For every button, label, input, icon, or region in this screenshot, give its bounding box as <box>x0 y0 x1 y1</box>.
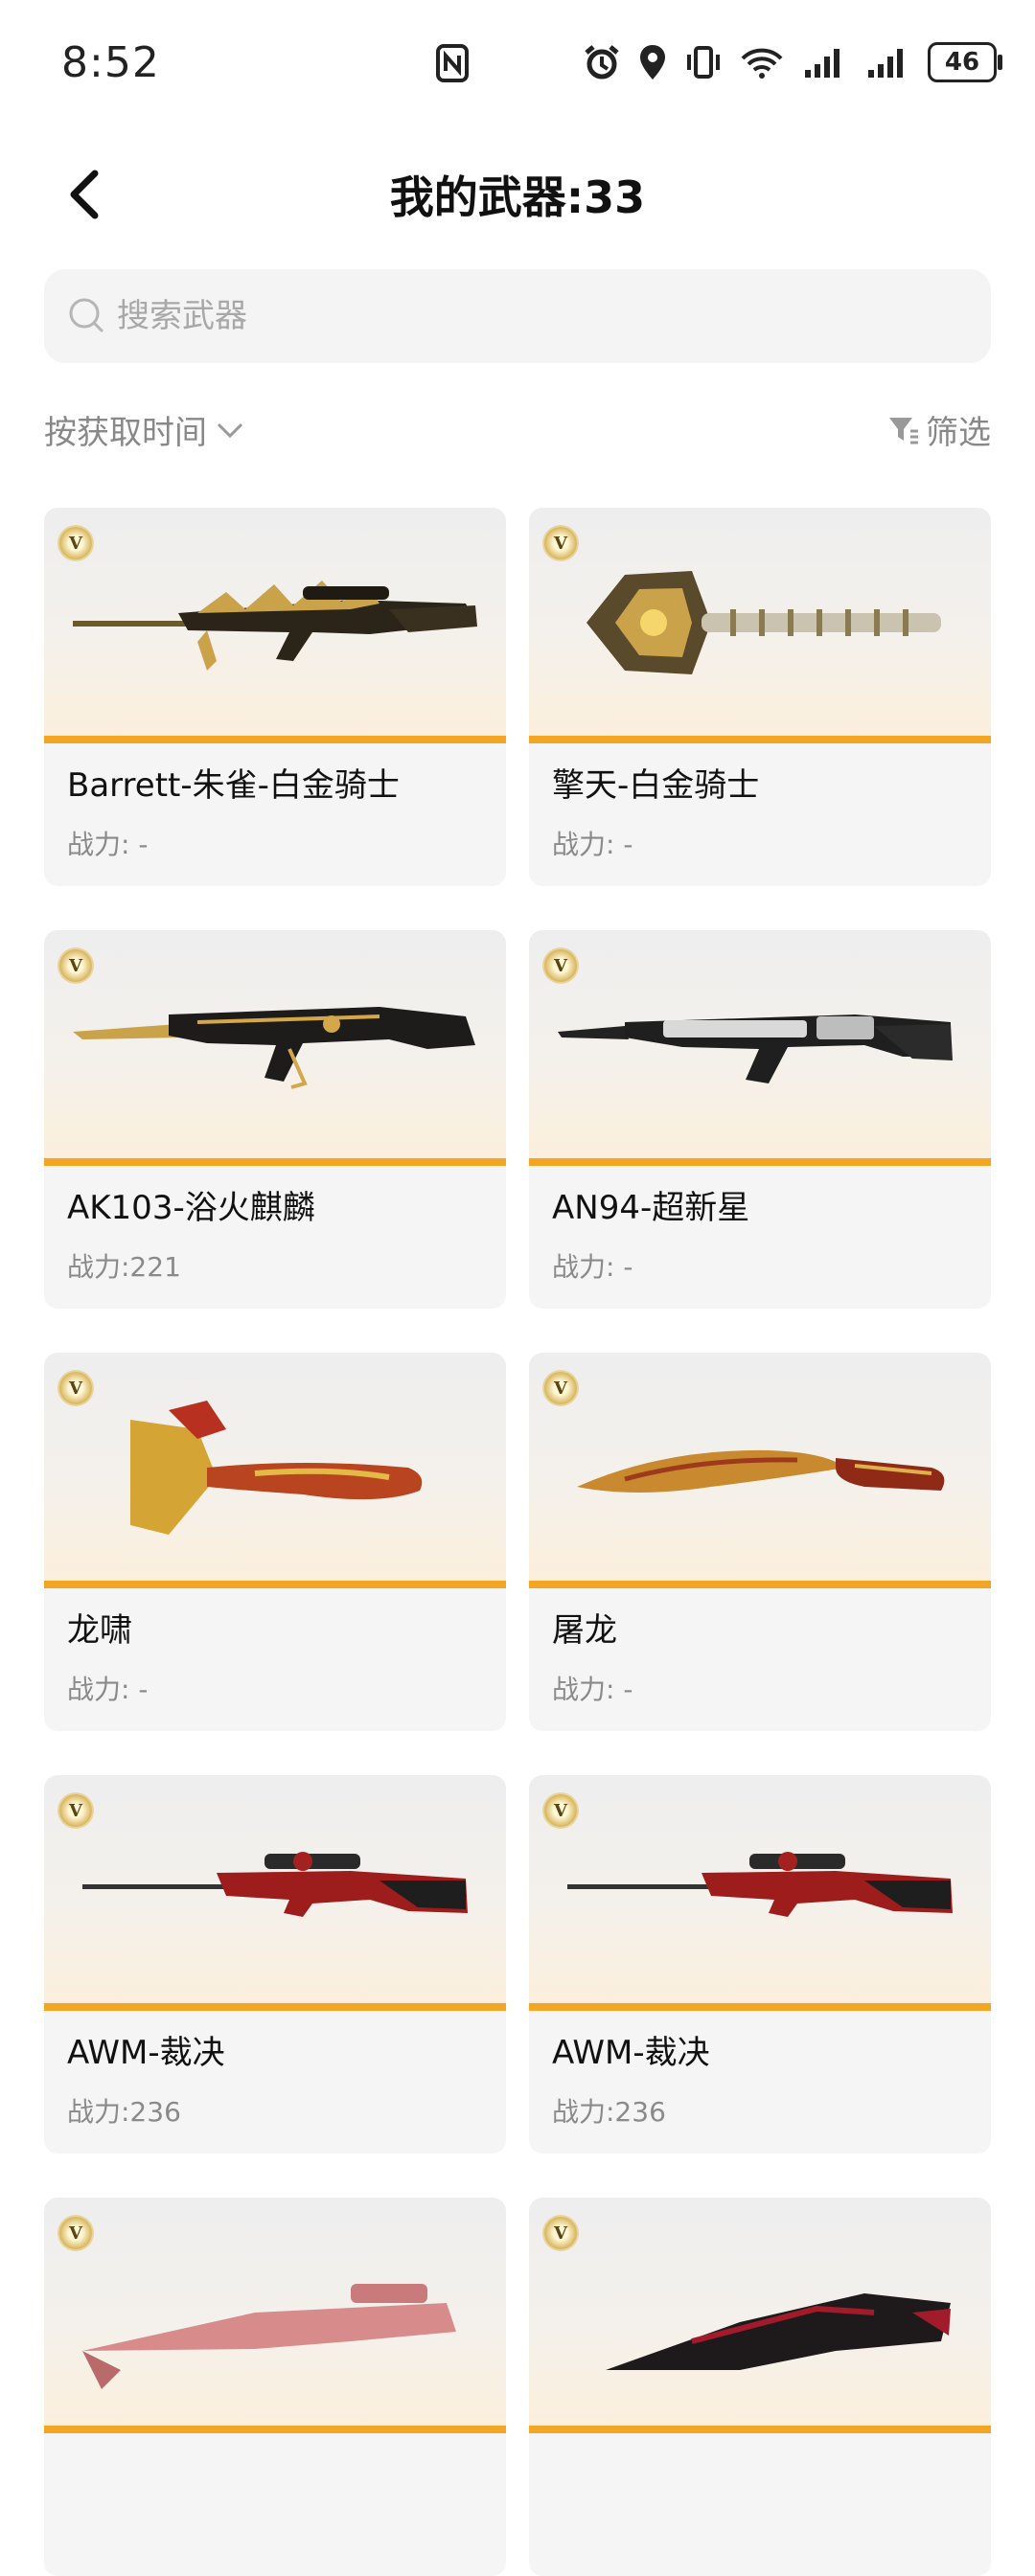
weapon-image-area: V <box>529 2198 991 2433</box>
weapon-name: 屠龙 <box>552 1611 617 1650</box>
weapon-power: 战力: - <box>67 829 149 860</box>
weapon-name: AWM-裁决 <box>552 2034 710 2072</box>
gold-dragon-axe-image <box>130 1401 423 1535</box>
weapon-image-area: V <box>529 1353 991 1588</box>
status-time: 8:52 <box>61 38 160 87</box>
weapon-card[interactable]: V AN94-超新星 战力: - <box>529 930 991 1309</box>
page-title: 我的武器:33 <box>389 171 646 223</box>
weapon-image-area: V <box>44 1775 506 2011</box>
weapon-name: 龙啸 <box>67 1611 132 1650</box>
weapon-name: AK103-浴火麒麟 <box>67 1189 315 1227</box>
weapon-card[interactable]: V Barrett-朱雀-白金骑士 战力: - <box>44 508 506 886</box>
sort-dropdown[interactable]: 按获取时间 <box>44 406 245 453</box>
gold-sniper-rifle-image <box>73 581 477 671</box>
weapon-image-area: V <box>44 930 506 1166</box>
weapon-power: 战力:236 <box>67 2096 181 2128</box>
red-gold-kukri-image <box>577 1449 945 1493</box>
weapon-card[interactable]: V 龙啸 战力: - <box>44 1353 506 1731</box>
red-sniper-rifle-image <box>82 1852 468 1917</box>
weapon-image-area: V <box>529 930 991 1166</box>
search-bar[interactable] <box>44 269 991 363</box>
weapon-card[interactable]: V 屠龙 战力: - <box>529 1353 991 1731</box>
black-red-rifle-image <box>606 2293 951 2370</box>
wifi-icon <box>740 43 784 81</box>
weapon-image-area: V <box>44 508 506 743</box>
signal-icon-2 <box>864 43 910 81</box>
silver-assault-rifle-image <box>558 1014 953 1083</box>
weapon-image-area: V <box>529 508 991 743</box>
filter-label: 筛选 <box>926 414 991 452</box>
weapon-image-area: V <box>529 1775 991 2011</box>
weapon-power: 战力: - <box>552 1674 633 1705</box>
black-gold-assault-rifle-image <box>73 1007 475 1089</box>
filter-icon <box>889 417 918 444</box>
weapon-card[interactable]: V AWM-裁决 战力:236 <box>44 1775 506 2154</box>
chevron-down-icon <box>217 422 243 438</box>
weapon-card[interactable]: V AK103-浴火麒麟 战力:221 <box>44 930 506 1309</box>
weapon-card[interactable]: V <box>44 2198 506 2576</box>
weapon-power: 战力: - <box>67 1674 149 1705</box>
sort-label: 按获取时间 <box>44 414 207 452</box>
weapon-image-area: V <box>44 1353 506 1588</box>
weapon-power: 战力: - <box>552 1251 633 1283</box>
weapon-power: 战力:236 <box>552 2096 666 2128</box>
weapon-name: AWM-裁决 <box>67 2034 225 2072</box>
red-sniper-rifle-image <box>567 1852 953 1917</box>
filter-button[interactable]: 筛选 <box>887 406 991 453</box>
status-icons: 46 <box>583 42 1002 82</box>
weapon-image-area: V <box>44 2198 506 2433</box>
status-bar: 8:52 46 <box>0 0 1035 125</box>
weapon-card[interactable]: V 擎天-白金骑士 战力: - <box>529 508 991 886</box>
weapon-power: 战力: - <box>552 829 633 860</box>
alarm-icon <box>583 43 621 81</box>
pink-sniper-rifle-image <box>82 2284 456 2389</box>
weapon-power: 战力:221 <box>67 1251 181 1283</box>
search-icon <box>67 296 107 336</box>
signal-icon <box>801 43 847 81</box>
vibrate-icon <box>684 43 723 81</box>
sort-bar: 按获取时间 筛选 <box>44 406 991 460</box>
battery-indicator: 46 <box>928 42 1002 82</box>
location-icon <box>638 43 667 81</box>
gold-heavy-weapon-image <box>586 571 941 674</box>
weapon-name: Barrett-朱雀-白金骑士 <box>67 766 400 805</box>
weapon-name: AN94-超新星 <box>552 1189 750 1227</box>
page-header: 我的武器:33 <box>0 125 1035 259</box>
weapon-card[interactable]: V <box>529 2198 991 2576</box>
weapon-name: 擎天-白金骑士 <box>552 766 760 805</box>
weapon-card[interactable]: V AWM-裁决 战力:236 <box>529 1775 991 2154</box>
search-input[interactable] <box>115 296 886 336</box>
nfc-icon <box>436 44 469 92</box>
